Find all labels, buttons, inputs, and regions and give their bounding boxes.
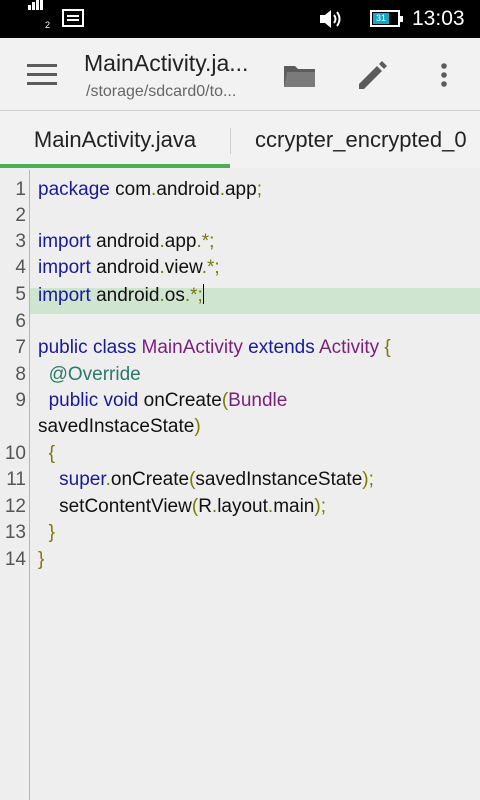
active-tab-indicator	[0, 164, 230, 168]
code-line: savedInstaceState)	[38, 416, 201, 438]
status-bar: 2 31 13:03	[0, 0, 480, 38]
code-line: package com.android.app;	[38, 179, 262, 201]
code-token: ;	[256, 179, 262, 200]
sim-slot-label: 2	[45, 20, 51, 30]
line-number: 5	[15, 284, 26, 305]
line-number: 13	[4, 522, 26, 543]
code-line: import android.view.*;	[38, 257, 220, 279]
code-token: void	[103, 390, 139, 411]
code-token: import	[38, 231, 91, 252]
code-token: savedInstaceState	[38, 416, 195, 437]
code-token: ;	[214, 257, 220, 278]
gutter-divider	[29, 170, 30, 800]
code-token: ;	[368, 469, 374, 490]
line-number: 14	[4, 549, 26, 570]
text-cursor	[202, 284, 204, 304]
tab-label: ccrypter_encrypted_0	[255, 127, 467, 152]
line-number: 3	[15, 231, 26, 252]
code-token: onCreate	[138, 390, 222, 411]
edit-pencil-icon[interactable]	[352, 55, 392, 95]
image-notification-icon	[62, 9, 84, 27]
code-line: {	[38, 443, 55, 465]
hamburger-menu-icon[interactable]	[27, 64, 57, 86]
battery-icon: 31	[370, 10, 403, 27]
code-token: {	[384, 337, 391, 358]
line-number: 4	[15, 257, 26, 278]
file-title: MainActivity.ja...	[84, 50, 249, 76]
line-number: 7	[15, 337, 26, 358]
code-token: class	[92, 337, 137, 358]
code-token: app	[164, 231, 197, 252]
code-line: import android.os.*;	[38, 284, 204, 307]
code-token: savedInstanceState	[195, 469, 363, 490]
line-number: 6	[15, 311, 26, 332]
code-token: os	[164, 285, 185, 306]
line-number: 11	[6, 469, 26, 490]
code-token: setContentView	[38, 496, 192, 517]
code-token: ;	[320, 496, 326, 517]
tab-label: MainActivity.java	[33, 127, 197, 152]
volume-icon	[320, 10, 341, 28]
code-token: app	[224, 179, 257, 200]
status-time: 13:03	[412, 7, 465, 30]
code-token: com	[109, 179, 152, 200]
tab-divider	[230, 128, 231, 154]
app-toolbar: MainActivity.ja... /storage/sdcard0/to..…	[0, 38, 480, 111]
tab-mainactivity[interactable]: MainActivity.java	[0, 111, 230, 168]
code-token: {	[48, 443, 55, 464]
line-number: 1	[15, 179, 26, 200]
code-token: Activity	[318, 337, 380, 358]
code-token: layout	[217, 496, 268, 517]
file-path: /storage/sdcard0/to...	[86, 83, 237, 100]
code-token: super	[59, 469, 106, 490]
file-tabs: MainActivity.java ccrypter_encrypted_0	[0, 111, 480, 168]
code-line: public class MainActivity extends Activi…	[38, 337, 391, 359]
code-line: @Override	[38, 364, 141, 386]
code-token: }	[48, 522, 55, 543]
code-line: setContentView(R.layout.main);	[38, 496, 326, 518]
code-token: )	[194, 416, 201, 437]
code-token: import	[38, 285, 91, 306]
code-token: package	[38, 179, 110, 200]
code-token: }	[38, 549, 45, 570]
code-token: onCreate	[110, 469, 190, 490]
line-number: 2	[15, 205, 26, 226]
battery-level: 31	[373, 13, 389, 24]
code-line: import android.app.*;	[38, 231, 214, 253]
line-number: 9	[15, 390, 26, 411]
code-token: android	[90, 231, 160, 252]
line-number: 8	[15, 364, 26, 385]
code-token: public	[48, 390, 99, 411]
code-line: public void onCreate(Bundle	[38, 390, 288, 412]
tab-ccrypter-encrypted[interactable]: ccrypter_encrypted_0	[255, 111, 467, 168]
line-number: 10	[4, 443, 26, 464]
code-line: }	[38, 549, 44, 571]
code-token: view	[164, 257, 202, 278]
code-token: @Override	[48, 364, 141, 385]
code-token: import	[38, 257, 91, 278]
code-token: android	[90, 257, 160, 278]
code-token: main	[273, 496, 315, 517]
code-token: android	[156, 179, 220, 200]
code-token: ;	[209, 231, 215, 252]
overflow-menu-icon[interactable]	[424, 55, 464, 95]
code-editor[interactable]: 1 2 3 4 5 6 7 8 9 10 11 12 13 14 package com.android.a…	[0, 170, 480, 800]
code-line: super.onCreate(savedInstanceState);	[38, 469, 374, 491]
code-token: extends	[248, 337, 315, 358]
code-line: }	[38, 522, 55, 544]
code-token: *	[190, 285, 198, 306]
code-token: public	[38, 337, 88, 358]
code-token: Bundle	[228, 390, 288, 411]
code-token: android	[90, 285, 160, 306]
code-token: MainActivity	[141, 337, 243, 358]
code-token: R	[198, 496, 212, 517]
line-number: 12	[4, 496, 26, 517]
folder-icon[interactable]	[280, 55, 320, 95]
